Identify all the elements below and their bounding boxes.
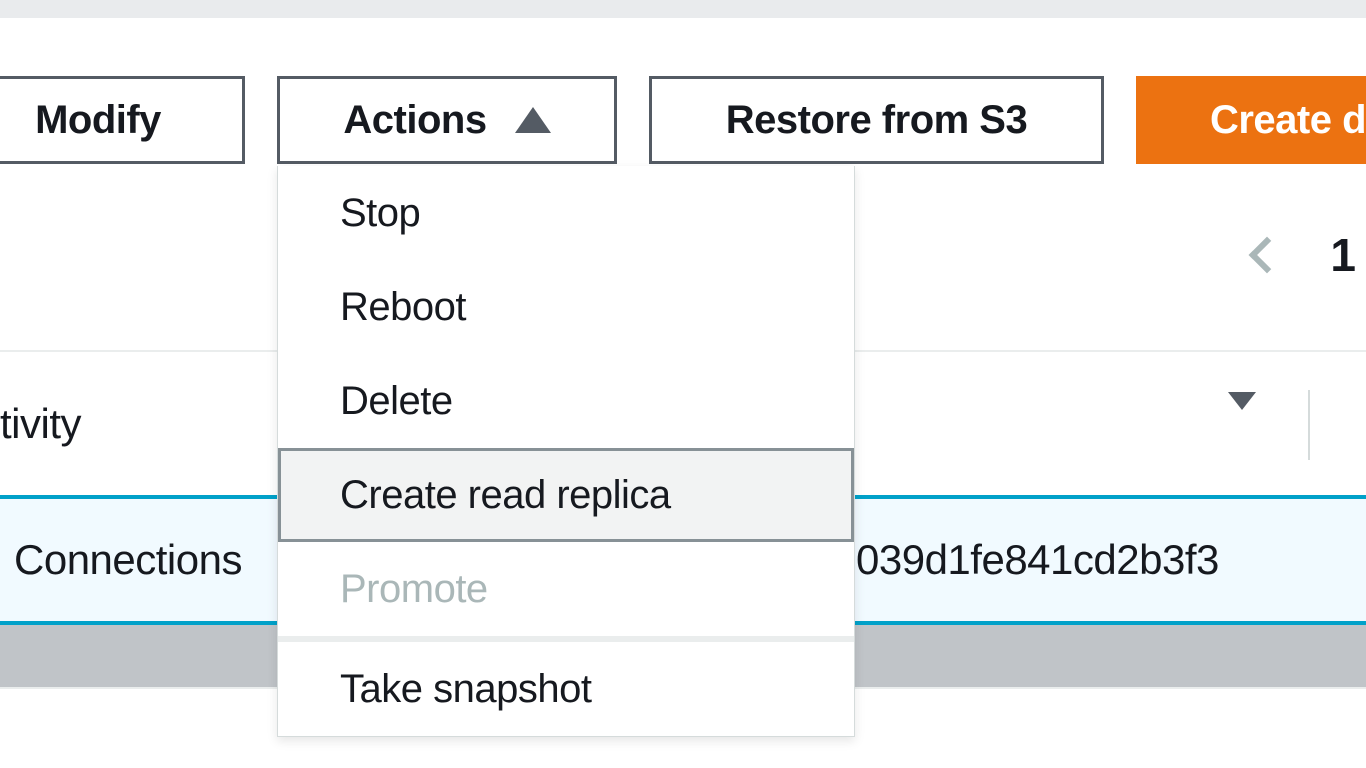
menu-item-create-read-replica[interactable]: Create read replica (278, 448, 854, 542)
menu-item-label: Take snapshot (340, 667, 591, 712)
menu-item-promote: Promote (278, 542, 854, 636)
modify-button-label: Modify (35, 98, 161, 143)
menu-item-label: Reboot (340, 285, 466, 330)
actions-button-label: Actions (343, 98, 486, 143)
create-button-label: Create d (1210, 98, 1366, 143)
menu-item-label: Delete (340, 379, 453, 424)
column-header-activity[interactable]: tivity (0, 400, 280, 448)
top-strip (0, 0, 1366, 18)
menu-item-label: Create read replica (340, 473, 671, 518)
menu-item-stop[interactable]: Stop (278, 166, 854, 260)
toolbar: Modify Actions Restore from S3 Create d (0, 76, 1366, 166)
sort-icon-wrap[interactable] (1228, 410, 1256, 428)
actions-dropdown: Stop Reboot Delete Create read replica P… (277, 166, 855, 737)
page-number: 1 (1330, 228, 1356, 282)
caret-up-icon (515, 107, 551, 133)
menu-item-delete[interactable]: Delete (278, 354, 854, 448)
cell-connections: Connections (0, 536, 280, 584)
actions-button[interactable]: Actions (277, 76, 617, 164)
caret-down-icon (1228, 392, 1256, 427)
menu-item-label: Stop (340, 191, 420, 236)
menu-item-reboot[interactable]: Reboot (278, 260, 854, 354)
restore-button-label: Restore from S3 (726, 98, 1027, 143)
menu-item-take-snapshot[interactable]: Take snapshot (278, 642, 854, 736)
menu-item-label: Promote (340, 567, 488, 612)
restore-from-s3-button[interactable]: Restore from S3 (649, 76, 1104, 164)
column-divider (1308, 390, 1310, 460)
create-database-button[interactable]: Create d (1136, 76, 1366, 164)
modify-button[interactable]: Modify (0, 76, 245, 164)
cell-vpc-id: 039d1fe841cd2b3f3 (856, 536, 1219, 584)
chevron-left-icon[interactable] (1249, 237, 1286, 274)
pagination: 1 (1254, 228, 1366, 282)
toolbar-spacer (0, 18, 1366, 76)
